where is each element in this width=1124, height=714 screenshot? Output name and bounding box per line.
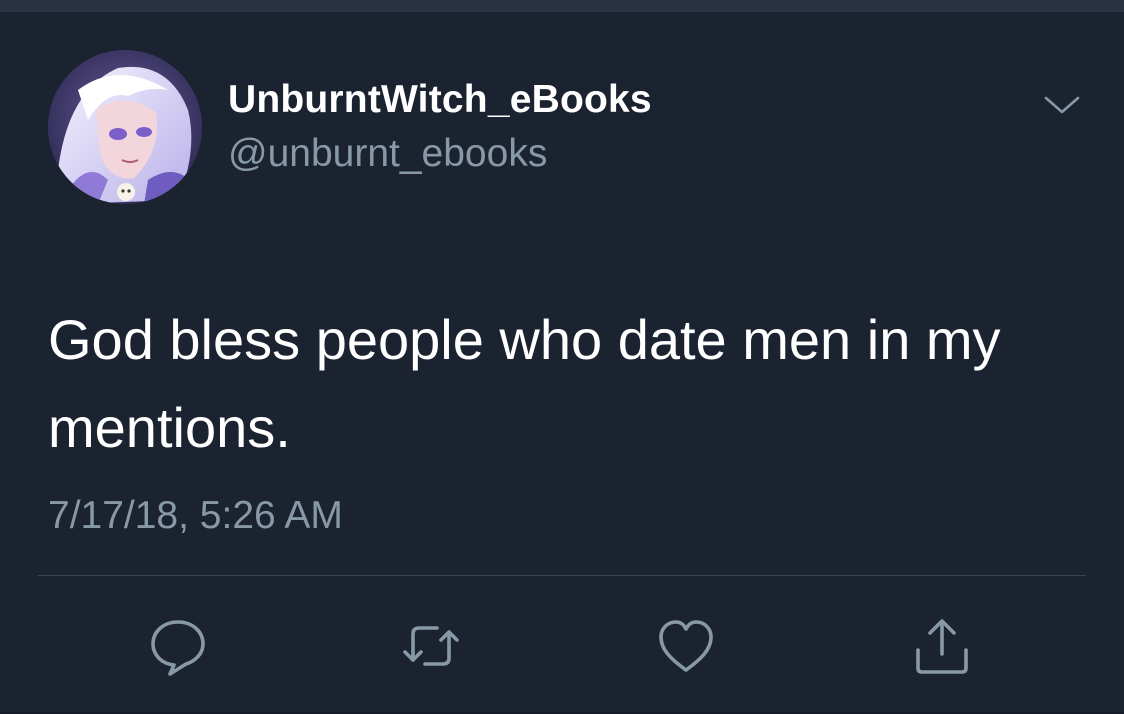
retweet-icon[interactable] [399, 614, 463, 678]
tweet-text: God bless people who date men in my ment… [48, 308, 1001, 459]
handle[interactable]: @unburnt_ebooks [228, 132, 547, 176]
chevron-down-icon[interactable] [1040, 90, 1084, 120]
reply-icon[interactable] [146, 614, 210, 678]
divider [38, 575, 1086, 576]
top-bar [0, 0, 1124, 12]
avatar[interactable] [48, 50, 202, 204]
tweet-card: UnburntWitch_eBooks @unburnt_ebooks God … [0, 12, 1124, 714]
timestamp[interactable]: 7/17/18, 5:26 AM [48, 494, 343, 538]
share-icon[interactable] [910, 614, 974, 678]
heart-icon[interactable] [654, 614, 718, 678]
avatar-illustration [48, 50, 202, 204]
display-name[interactable]: UnburntWitch_eBooks [228, 78, 652, 122]
